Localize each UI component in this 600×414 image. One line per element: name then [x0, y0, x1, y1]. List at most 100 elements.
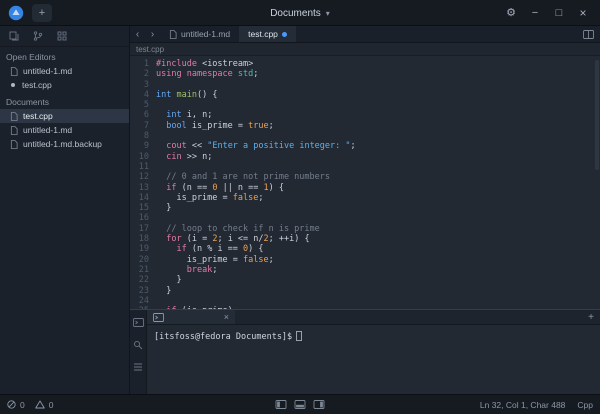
line-number: 6	[130, 110, 156, 120]
toggle-right-panel-icon[interactable]	[314, 400, 325, 409]
document-item[interactable]: untitled-1.md	[0, 123, 129, 137]
editor-tabbar: ‹ › untitled-1.md test.cpp	[130, 26, 600, 43]
code-line: 3	[130, 80, 600, 90]
minimize-button[interactable]: −	[526, 4, 544, 22]
line-number: 21	[130, 265, 156, 275]
open-editor-label: test.cpp	[22, 80, 52, 90]
code-text: is_prime = false;	[156, 193, 263, 203]
line-number: 12	[130, 172, 156, 182]
code-text: using namespace std;	[156, 69, 258, 79]
close-button[interactable]: ×	[574, 4, 592, 22]
code-text: bool is_prime = true;	[156, 121, 274, 131]
line-number: 11	[130, 162, 156, 172]
new-tab-button[interactable]: +	[32, 4, 52, 22]
app-icon	[8, 5, 24, 21]
terminal-icon	[153, 313, 164, 322]
line-number: 23	[130, 286, 156, 296]
toggle-left-panel-icon[interactable]	[276, 400, 287, 409]
document-item[interactable]: test.cpp	[0, 109, 129, 123]
editor-scrollbar[interactable]	[595, 60, 599, 170]
code-text: #include <iostream>	[156, 59, 253, 69]
branch-panel-icon[interactable]	[28, 28, 48, 45]
line-number: 8	[130, 131, 156, 141]
tab-label: test.cpp	[248, 29, 278, 39]
code-line: 8	[130, 131, 600, 141]
sidebar: Open Editors untitled-1.md test.cpp Docu…	[0, 26, 130, 394]
open-editor-item[interactable]: untitled-1.md	[0, 64, 129, 78]
settings-gear-icon[interactable]: ⚙	[502, 4, 520, 22]
language-mode[interactable]: Cpp	[577, 400, 593, 410]
code-line: 23 }	[130, 286, 600, 296]
list-panel-icon[interactable]	[132, 360, 145, 373]
code-line: 10 cin >> n;	[130, 152, 600, 162]
project-title: Documents	[270, 8, 321, 19]
code-line: 21 break;	[130, 265, 600, 275]
split-view-icon[interactable]	[583, 30, 594, 39]
warnings-count: 0	[49, 400, 54, 410]
chevron-down-icon: ▾	[326, 9, 330, 18]
code-text: }	[156, 286, 171, 296]
line-number: 25	[130, 306, 156, 309]
tabbar-right	[583, 26, 600, 42]
terminal-tab-close-icon[interactable]: ×	[224, 312, 229, 322]
breadcrumb-path: test.cpp	[136, 45, 164, 54]
nav-back-icon[interactable]: ‹	[130, 26, 145, 42]
line-number: 5	[130, 100, 156, 110]
line-number: 15	[130, 203, 156, 213]
grid-panel-icon[interactable]	[52, 28, 72, 45]
line-number: 13	[130, 183, 156, 193]
main-area: Open Editors untitled-1.md test.cpp Docu…	[0, 26, 600, 394]
maximize-button[interactable]: □	[550, 4, 568, 22]
document-label: untitled-1.md.backup	[23, 139, 102, 149]
code-text: if (n == 0 || n == 1) {	[156, 183, 284, 193]
terminal-panel-icon[interactable]	[132, 316, 145, 329]
terminal-tab[interactable]: ×	[147, 310, 235, 324]
document-icon	[10, 140, 18, 149]
nav-forward-icon[interactable]: ›	[145, 26, 160, 42]
tab-label: untitled-1.md	[181, 29, 230, 39]
document-label: test.cpp	[23, 111, 53, 121]
breadcrumb: test.cpp	[130, 43, 600, 56]
errors-icon	[7, 400, 16, 409]
terminal-panel: × + [itsfoss@fedora Documents]$	[147, 310, 600, 394]
code-line: 17 // loop to check if n is prime	[130, 224, 600, 234]
code-lines: 1#include <iostream>2using namespace std…	[130, 59, 600, 309]
terminal[interactable]: [itsfoss@fedora Documents]$	[147, 325, 600, 394]
new-terminal-button[interactable]: +	[582, 310, 600, 324]
code-line: 6 int i, n;	[130, 110, 600, 120]
cursor-position[interactable]: Ln 32, Col 1, Char 488	[480, 400, 566, 410]
line-number: 17	[130, 224, 156, 234]
code-text: for (i = 2; i <= n/2; ++i) {	[156, 234, 310, 244]
document-icon	[10, 67, 18, 76]
code-text: cin >> n;	[156, 152, 212, 162]
tab-test-cpp[interactable]: test.cpp	[239, 26, 296, 42]
line-number: 16	[130, 213, 156, 223]
document-icon	[10, 112, 18, 121]
code-line: 4int main() {	[130, 90, 600, 100]
pages-panel-icon[interactable]	[4, 28, 24, 45]
open-editor-label: untitled-1.md	[23, 66, 72, 76]
line-number: 9	[130, 141, 156, 151]
line-number: 22	[130, 275, 156, 285]
project-title-button[interactable]: Documents ▾	[262, 4, 338, 22]
code-text: if (is_prime)	[156, 306, 233, 309]
line-number: 20	[130, 255, 156, 265]
titlebar-left: +	[8, 4, 52, 22]
code-text: // 0 and 1 are not prime numbers	[156, 172, 330, 182]
line-number: 18	[130, 234, 156, 244]
document-item[interactable]: untitled-1.md.backup	[0, 137, 129, 151]
code-editor[interactable]: 1#include <iostream>2using namespace std…	[130, 56, 600, 309]
line-number: 7	[130, 121, 156, 131]
line-number: 10	[130, 152, 156, 162]
code-text: int i, n;	[156, 110, 212, 120]
toggle-bottom-panel-icon[interactable]	[295, 400, 306, 409]
search-panel-icon[interactable]	[132, 338, 145, 351]
open-editor-item[interactable]: test.cpp	[0, 78, 129, 92]
code-line: 13 if (n == 0 || n == 1) {	[130, 183, 600, 193]
sidebar-switcher	[0, 26, 129, 47]
code-line: 7 bool is_prime = true;	[130, 121, 600, 131]
line-number: 2	[130, 69, 156, 79]
code-text: }	[156, 203, 171, 213]
tab-untitled-1-md[interactable]: untitled-1.md	[160, 26, 239, 42]
terminal-tabbar: × +	[147, 310, 600, 325]
